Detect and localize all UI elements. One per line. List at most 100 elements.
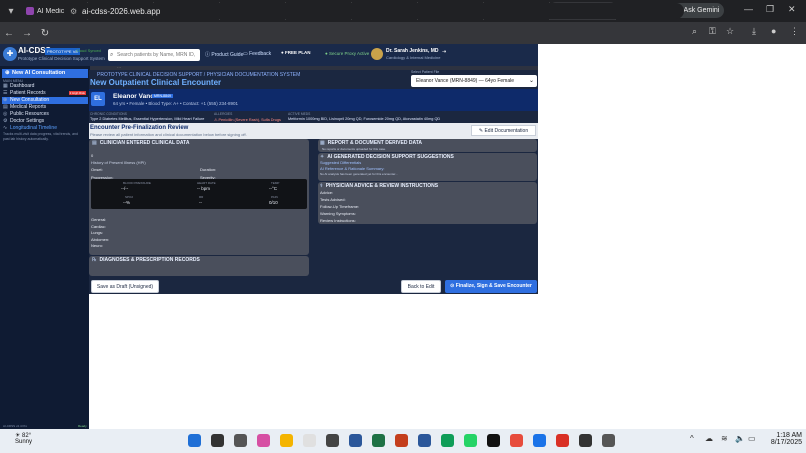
sidebar-item[interactable]: ⚙ Doctor Settings xyxy=(2,118,88,125)
feedback-link[interactable]: ▭ Feedback xyxy=(243,51,271,57)
new-consultation-button[interactable]: ⊕ New AI Consultation xyxy=(2,69,88,78)
zoom-icon[interactable]: ⌕ xyxy=(692,26,697,37)
profile-icon[interactable]: ● xyxy=(771,26,776,36)
secure-proxy-label: Secure Proxy Active xyxy=(328,51,370,56)
site-info-icon[interactable]: ⚙ xyxy=(70,7,77,16)
whatsapp-icon[interactable] xyxy=(464,434,477,447)
url-field[interactable]: ⚙ ai-cdss-2026.web.app xyxy=(64,3,684,19)
patient-search-input[interactable]: ⌕ Search patients by Name, MRN ID, ... xyxy=(108,49,200,70)
save-draft-button[interactable]: Save as Draft (Unsigned) xyxy=(91,280,159,293)
powerpoint-icon[interactable] xyxy=(395,434,408,447)
bookmark-star-icon[interactable]: ☆ xyxy=(726,26,734,37)
report-card-empty: No reports or documents uploaded for thi… xyxy=(322,147,387,151)
word-icon[interactable] xyxy=(418,434,431,447)
user-md-icon: ⚕ xyxy=(320,183,323,189)
vital-value: --/-- xyxy=(121,186,129,191)
address-bar-row: ← → ↻ xyxy=(0,22,806,44)
sidebar-item-label: Patient Records xyxy=(10,90,46,96)
github-icon[interactable] xyxy=(487,434,500,447)
clinician-card-title: ▤ CLINICIAN ENTERED CLINICAL DATA xyxy=(92,140,189,146)
allergies-text: Penicillin (Severe Rash), Sulfa Drugs xyxy=(218,118,281,122)
tray-chevron-icon[interactable]: ^ xyxy=(690,434,694,443)
advice-label: Warning Symptoms: xyxy=(320,211,356,216)
patient-name: Eleanor Vance xyxy=(113,93,158,100)
copilot-icon[interactable] xyxy=(257,434,270,447)
app-icon[interactable] xyxy=(602,434,615,447)
tray-volume-icon[interactable]: 🔈 xyxy=(735,434,745,443)
exam-label: Lungs: xyxy=(91,230,104,236)
tray-battery-icon[interactable]: ▭ xyxy=(748,434,756,443)
file-explorer-icon[interactable] xyxy=(280,434,293,447)
sidebar-item[interactable]: ∿ Longitudinal Timeline xyxy=(2,125,88,132)
back-arrow-icon[interactable]: ← xyxy=(0,28,18,39)
page-title: New Outpatient Clinical Encounter xyxy=(90,78,222,87)
prescription-icon: ℞ xyxy=(92,257,97,263)
edit-documentation-button[interactable]: ✎ Edit Documentation xyxy=(471,125,536,136)
back-to-edit-button[interactable]: Back to Edit xyxy=(401,280,441,293)
tab-search-icon[interactable]: ▾ xyxy=(0,0,22,22)
maximize-icon[interactable]: ❐ xyxy=(766,4,774,15)
app-icon[interactable] xyxy=(533,434,546,447)
taskbar-clock[interactable]: 1:18 AM 8/17/2025 xyxy=(766,432,802,446)
chrome-icon[interactable] xyxy=(556,434,569,447)
edit-documentation-label: Edit Documentation xyxy=(484,128,529,134)
close-window-icon[interactable]: ✕ xyxy=(788,4,796,15)
diagnoses-card-title-text: DIAGNOSES & PRESCRIPTION RECORDS xyxy=(99,257,200,263)
edge-icon[interactable] xyxy=(441,434,454,447)
download-icon[interactable]: ⤓ xyxy=(752,26,756,37)
vital-caption: TEMP xyxy=(271,181,280,185)
sidebar-item[interactable]: ☰ Patient Records 2 High Risk xyxy=(2,90,88,97)
ai-differentials-label: Suggested Differentials xyxy=(320,160,362,165)
save-draft-label: Save as Draft (Unsigned) xyxy=(96,284,154,290)
terminal-icon[interactable] xyxy=(579,434,592,447)
sidebar-footer-status: Ready xyxy=(78,424,87,428)
sidebar-item-label: Public Resources xyxy=(10,111,49,117)
minimize-icon[interactable]: — xyxy=(744,4,753,14)
sidebar-item[interactable]: ◎ Public Resources xyxy=(2,111,88,118)
clock-time: 1:18 AM xyxy=(776,432,802,439)
task-view-icon[interactable] xyxy=(234,434,247,447)
logout-icon[interactable]: ⇥ xyxy=(442,49,446,55)
weather-label: Sunny xyxy=(15,439,33,445)
product-guide-link[interactable]: ⓘ Product Guide xyxy=(205,51,243,58)
cloud-status: Cloud Synced xyxy=(76,48,101,53)
sidebar-item-icon: ☰ xyxy=(3,90,8,96)
report-card-title-text: REPORT & DOCUMENT DERIVED DATA xyxy=(327,140,422,146)
tray-cloud-icon[interactable]: ☁ xyxy=(705,434,713,443)
sidebar-footer: AI-CDSS v2.4 Pro xyxy=(3,424,28,428)
sidebar-tip-line2: past lab history automatically. xyxy=(3,137,49,141)
sidebar-item-label: Dashboard xyxy=(10,83,35,89)
clock-date: 8/17/2025 xyxy=(770,439,802,446)
weather-widget[interactable]: ☀ 82° Sunny xyxy=(15,432,32,445)
vital-caption: BLOOD PRESSURE xyxy=(123,181,151,185)
gemini-label: Ask Gemini xyxy=(683,7,720,14)
settings-icon[interactable] xyxy=(326,434,339,447)
sidebar-item[interactable]: ▤ Medical Reports xyxy=(2,104,88,111)
patient-select[interactable]: Eleanor Vance (MRN-8849) — 64yo Female ⌄ xyxy=(411,75,537,87)
browser-menu-icon[interactable]: ⋮ xyxy=(790,26,799,37)
new-consultation-label: New AI Consultation xyxy=(12,70,66,76)
search-icon[interactable] xyxy=(211,434,224,447)
advice-label: Advice: xyxy=(320,190,334,195)
free-plan-badge[interactable]: ● FREE PLAN xyxy=(281,50,310,55)
tray-wifi-icon[interactable]: ≋ xyxy=(721,434,728,443)
sidebar-item-icon: ∿ xyxy=(3,125,8,131)
advice-label: Tests Advised: xyxy=(320,197,346,202)
app-icon[interactable] xyxy=(510,434,523,447)
brand-logo-icon: ✚ xyxy=(3,47,17,61)
product-guide-label: Product Guide xyxy=(211,52,244,58)
advice-label: Review Instructions: xyxy=(320,218,356,223)
reload-icon[interactable]: ↻ xyxy=(36,28,54,39)
feedback-label: Feedback xyxy=(249,51,272,57)
sidebar-item[interactable]: ⊕ New Consultation xyxy=(2,97,88,104)
sidebar-item-label: Medical Reports xyxy=(10,104,47,110)
store-icon[interactable] xyxy=(303,434,316,447)
start-icon[interactable] xyxy=(188,434,201,447)
forward-arrow-icon[interactable]: → xyxy=(18,28,36,39)
excel-icon[interactable] xyxy=(372,434,385,447)
vscode-icon[interactable] xyxy=(349,434,362,447)
password-key-icon[interactable]: ⚿ xyxy=(709,26,716,37)
doctor-avatar[interactable] xyxy=(371,48,383,60)
sidebar-item[interactable]: ▦ Dashboard xyxy=(2,83,88,90)
finalize-sign-button[interactable]: ⊙ Finalize, Sign & Save Encounter xyxy=(445,280,537,293)
